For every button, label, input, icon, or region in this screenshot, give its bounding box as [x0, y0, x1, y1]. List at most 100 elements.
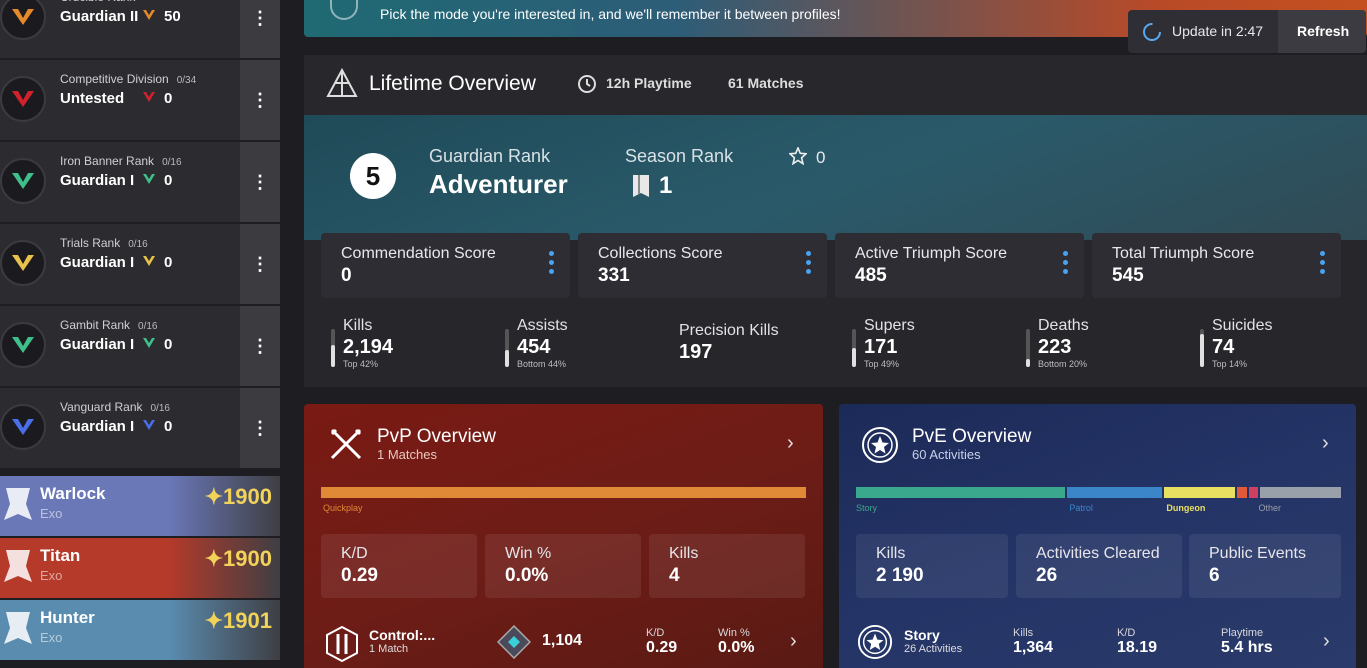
rank-row[interactable]: Iron Banner Rank 0/16 Guardian I 0 ⋮ [0, 142, 280, 222]
stat-label: Deaths [1038, 317, 1089, 334]
pvp-subtitle: 1 Matches [377, 447, 437, 462]
rank-name: Vanguard Rank 0/16 [60, 400, 170, 414]
more-options-icon[interactable] [1320, 251, 1325, 278]
control-mode-icon [326, 626, 358, 662]
pve-chevron-right-icon[interactable]: › [1322, 432, 1329, 455]
rank-name-text: Gambit Rank [60, 318, 131, 332]
playtime-text: 12h Playtime [606, 75, 692, 91]
stat-suicides: Suicides 74 Top 14% [1200, 317, 1360, 373]
pve-bar-label: Story [856, 503, 878, 513]
rank-name: Competitive Division 0/34 [60, 72, 196, 86]
rank-value: 0 [142, 90, 172, 107]
character-card[interactable]: Titan Exo ✦1900 [0, 538, 280, 598]
rank-tier: Guardian I [60, 418, 135, 435]
stat-deaths: Deaths 223 Bottom 20% [1026, 317, 1186, 373]
pve-activity-bar [856, 487, 1341, 498]
more-options-icon[interactable] [806, 251, 811, 278]
rank-value: 0 [142, 172, 172, 189]
story-name: Story [904, 627, 940, 643]
more-options-icon[interactable] [1063, 251, 1068, 278]
rank-row[interactable]: Gambit Rank 0/16 Guardian I 0 ⋮ [0, 306, 280, 386]
rank-more-options-icon[interactable]: ⋮ [240, 142, 280, 222]
pvp-kd-box: K/D 0.29 [321, 534, 477, 598]
story-chevron-right-icon[interactable]: › [1323, 630, 1330, 653]
score-value: 485 [855, 265, 887, 286]
stat-value: 74 [1212, 336, 1235, 358]
pve-story-row[interactable]: Story 26 Activities Kills 1,364 K/D 18.1… [839, 620, 1356, 668]
mode-matches: 1 Match [369, 643, 409, 655]
rank-more-options-icon[interactable]: ⋮ [240, 306, 280, 386]
rank-more-options-icon[interactable]: ⋮ [240, 388, 280, 468]
character-card[interactable]: Warlock Exo ✦1900 [0, 476, 280, 536]
pve-bar-segment [1067, 487, 1162, 498]
rank-row[interactable]: Competitive Division 0/34 Untested 0 ⋮ [0, 60, 280, 140]
rank-more-options-icon[interactable]: ⋮ [240, 224, 280, 304]
story-playtime-label: Playtime [1221, 627, 1264, 639]
stat-percentile: Bottom 20% [1038, 359, 1088, 369]
score-card[interactable]: Active Triumph Score 485 [835, 233, 1084, 298]
stat-percentile-bar [852, 329, 856, 367]
score-label: Total Triumph Score [1112, 245, 1255, 262]
rank-count: 0/16 [150, 403, 170, 414]
stat-label: Kills [343, 317, 373, 334]
story-icon [857, 624, 893, 660]
story-kd-label: K/D [1117, 627, 1136, 639]
matches-text: 61 Matches [728, 75, 804, 91]
rank-emblem-icon [0, 240, 46, 286]
pvp-win-label: Win % [505, 545, 552, 562]
stat-percentile: Top 14% [1212, 359, 1248, 369]
lifetime-title: Lifetime Overview [369, 72, 536, 95]
pve-cleared-label: Activities Cleared [1036, 545, 1160, 562]
rank-count: 0/34 [176, 75, 197, 86]
character-power: ✦1901 [204, 608, 272, 633]
pvp-chevron-right-icon[interactable]: › [787, 432, 794, 455]
pvp-title: PvP Overview [377, 426, 496, 447]
rank-tier: Guardian II [60, 8, 139, 25]
banner-text: Pick the mode you're interested in, and … [380, 6, 841, 22]
rank-chevron-icon [142, 172, 156, 189]
stat-label: Precision Kills [679, 322, 779, 339]
rank-value: 50 [142, 8, 181, 25]
rank-count: 0/16 [162, 157, 182, 168]
rank-value-number: 0 [164, 336, 173, 353]
more-options-icon[interactable] [549, 251, 554, 278]
rank-emblem-icon [0, 404, 46, 450]
mode-chevron-right-icon[interactable]: › [790, 630, 797, 653]
refresh-button[interactable]: Refresh [1278, 10, 1366, 53]
score-card[interactable]: Commendation Score 0 [321, 233, 570, 298]
season-rank-value: 1 [659, 172, 673, 199]
rank-row[interactable]: Crucible Rank Guardian II 50 ⋮ [0, 0, 280, 58]
stat-supers: Supers 171 Top 49% [852, 317, 1012, 373]
banner-icon [330, 0, 358, 20]
mode-name: Control:... [369, 627, 436, 643]
mode-win-label: Win % [718, 627, 750, 639]
pvp-kills-value: 4 [669, 565, 680, 586]
rank-more-options-icon[interactable]: ⋮ [240, 0, 280, 58]
rank-count: 0/16 [138, 321, 158, 332]
pvp-kills-label: Kills [669, 545, 699, 562]
update-group: Update in 2:47 Refresh [1128, 10, 1366, 53]
vanguard-star-icon [862, 427, 898, 463]
rank-tier: Guardian I [60, 254, 135, 271]
stat-value: 171 [864, 336, 898, 358]
rank-name-text: Iron Banner Rank [60, 154, 155, 168]
character-card[interactable]: Hunter Exo ✦1901 [0, 600, 280, 660]
score-label: Collections Score [598, 245, 723, 262]
rank-more-options-icon[interactable]: ⋮ [240, 60, 280, 140]
pve-bar-label: Dungeon [1166, 503, 1206, 513]
rank-chevron-icon [142, 254, 156, 271]
score-card[interactable]: Total Triumph Score 545 [1092, 233, 1341, 298]
star-icon [789, 147, 807, 165]
guardian-rank-number: 5 [365, 161, 381, 191]
character-race: Exo [40, 630, 63, 645]
score-label: Active Triumph Score [855, 245, 1008, 262]
score-card[interactable]: Collections Score 331 [578, 233, 827, 298]
pve-bar-label: Patrol [1069, 503, 1093, 513]
character-power: ✦1900 [204, 484, 272, 509]
rank-name-text: Crucible Rank [60, 0, 135, 4]
rank-row[interactable]: Trials Rank 0/16 Guardian I 0 ⋮ [0, 224, 280, 304]
character-race: Exo [40, 506, 63, 521]
pvp-mode-row[interactable]: Control:... 1 Match 1,104 K/D 0.29 Win %… [304, 620, 823, 668]
stat-percentile-bar [505, 329, 509, 367]
rank-row[interactable]: Vanguard Rank 0/16 Guardian I 0 ⋮ [0, 388, 280, 468]
